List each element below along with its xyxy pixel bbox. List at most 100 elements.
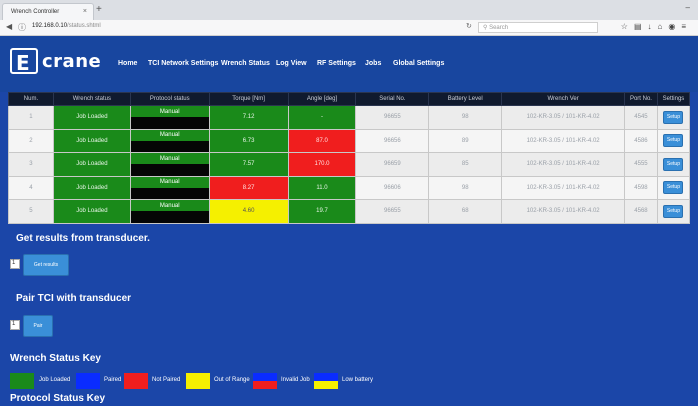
cell-battery: 98 xyxy=(428,175,503,200)
home-icon[interactable]: ⌂ xyxy=(658,22,669,31)
cell-angle: - xyxy=(287,105,357,130)
cell-angle: 170.0 xyxy=(287,152,357,177)
cell-settings: Setup xyxy=(656,152,691,177)
cell-settings: Setup xyxy=(656,199,691,224)
nav-jobs[interactable]: Jobs xyxy=(365,60,381,67)
cell-port: 4555 xyxy=(624,152,658,177)
setup-button[interactable]: Setup xyxy=(663,181,684,195)
library-icon[interactable]: ▤ xyxy=(634,22,648,31)
wrench-status-key-title: Wrench Status Key xyxy=(10,353,101,364)
wrench-status-table: Num. Wrench status Protocol status Torqu… xyxy=(8,92,691,224)
cell-protocol-status: Manual xyxy=(129,199,210,224)
cell-protocol-status: Manual xyxy=(129,152,210,177)
cell-wrench-status: Job Loaded xyxy=(52,128,131,153)
table-row: 1 Job Loaded Manual 7.12 - 96655 98 102-… xyxy=(8,105,691,130)
col-num: Num. xyxy=(8,92,54,106)
browser-tab-bar: Wrench Controller × + – xyxy=(0,0,698,20)
cell-torque: 7.12 xyxy=(208,105,289,130)
browser-tab[interactable]: Wrench Controller × xyxy=(2,3,94,20)
cell-settings: Setup xyxy=(656,105,691,130)
cell-num: 3 xyxy=(8,152,54,177)
pair-button[interactable]: Pair xyxy=(23,315,53,337)
key-label-out-of-range: Out of Range xyxy=(214,377,250,383)
cell-torque: 7.57 xyxy=(208,152,289,177)
cell-wrench-status: Job Loaded xyxy=(52,199,131,224)
close-icon[interactable]: × xyxy=(83,8,87,15)
swatch-job-loaded xyxy=(10,373,34,389)
url-path: /status.shtml xyxy=(67,23,101,29)
pocket-icon[interactable]: ◉ xyxy=(668,22,681,31)
get-results-button[interactable]: Get results xyxy=(23,254,69,276)
logo-mark: E xyxy=(10,48,38,75)
search-input[interactable]: ⚲ Search xyxy=(478,22,598,33)
col-torque: Torque [Nm] xyxy=(208,92,289,106)
cell-torque: 4.60 xyxy=(208,199,289,224)
setup-button[interactable]: Setup xyxy=(663,134,684,148)
setup-button[interactable]: Setup xyxy=(663,204,684,218)
cell-port: 4586 xyxy=(624,128,658,153)
setup-button[interactable]: Setup xyxy=(663,157,684,171)
col-settings: Settings xyxy=(656,92,691,106)
table-row: 3 Job Loaded Manual 7.57 170.0 96659 85 … xyxy=(8,152,691,177)
cell-wrench-status: Job Loaded xyxy=(52,175,131,200)
table-row: 4 Job Loaded Manual 8.27 11.0 96606 98 1… xyxy=(8,175,691,200)
get-results-title: Get results from transducer. xyxy=(16,233,150,244)
address-bar[interactable]: 192.168.0.10/status.shtml xyxy=(32,22,462,33)
minimize-icon[interactable]: – xyxy=(686,3,690,12)
key-label-not-paired: Not Paired xyxy=(152,377,181,383)
pair-input[interactable]: 1 xyxy=(10,320,20,330)
reload-icon[interactable]: ↻ xyxy=(466,22,472,30)
wrench-status-key: Job Loaded Paired Not Paired Out of Rang… xyxy=(10,373,430,389)
cell-serial: 96655 xyxy=(355,199,430,224)
cell-wrench-ver: 102-KR-3.05 / 101-KR-4.02 xyxy=(501,128,625,153)
col-serial: Serial No. xyxy=(355,92,430,106)
cell-settings: Setup xyxy=(656,128,691,153)
swatch-invalid-job xyxy=(253,373,277,389)
cell-port: 4568 xyxy=(624,199,658,224)
key-label-invalid-job: Invalid Job xyxy=(281,377,310,383)
cell-battery: 89 xyxy=(428,128,503,153)
cell-protocol-status: Manual xyxy=(129,175,210,200)
nav-global-settings[interactable]: Global Settings xyxy=(393,60,444,67)
cell-serial: 96659 xyxy=(355,152,430,177)
cell-angle: 19.7 xyxy=(287,199,357,224)
cell-protocol-status: Manual xyxy=(129,128,210,153)
cell-port: 4598 xyxy=(624,175,658,200)
cell-num: 4 xyxy=(8,175,54,200)
cell-num: 1 xyxy=(8,105,54,130)
table-row: 5 Job Loaded Manual 4.60 19.7 96655 68 1… xyxy=(8,199,691,224)
cell-battery: 68 xyxy=(428,199,503,224)
col-angle: Angle [deg] xyxy=(287,92,357,106)
menu-icon[interactable]: ≡ xyxy=(681,22,692,31)
cell-wrench-ver: 102-KR-3.05 / 101-KR-4.02 xyxy=(501,152,625,177)
nav-log-view[interactable]: Log View xyxy=(276,60,307,67)
table-header-row: Num. Wrench status Protocol status Torqu… xyxy=(8,92,691,106)
bookmark-star-icon[interactable]: ☆ xyxy=(621,22,634,31)
back-icon[interactable]: ◀ xyxy=(6,22,12,31)
cell-wrench-ver: 102-KR-3.05 / 101-KR-4.02 xyxy=(501,199,625,224)
new-tab-icon[interactable]: + xyxy=(96,4,102,15)
nav-rf-settings[interactable]: RF Settings xyxy=(317,60,356,67)
info-icon[interactable]: ⓘ xyxy=(18,22,26,33)
logo-text: crane xyxy=(42,51,102,72)
cell-wrench-ver: 102-KR-3.05 / 101-KR-4.02 xyxy=(501,105,625,130)
col-protocol-status: Protocol status xyxy=(129,92,210,106)
swatch-not-paired xyxy=(124,373,148,389)
cell-settings: Setup xyxy=(656,175,691,200)
nav-home[interactable]: Home xyxy=(118,60,137,67)
download-icon[interactable]: ↓ xyxy=(648,22,658,31)
col-wrench-ver: Wrench Ver xyxy=(501,92,625,106)
cell-wrench-status: Job Loaded xyxy=(52,105,131,130)
cell-serial: 96656 xyxy=(355,128,430,153)
cell-num: 2 xyxy=(8,128,54,153)
cell-port: 4545 xyxy=(624,105,658,130)
nav-wrench-status[interactable]: Wrench Status xyxy=(221,60,270,67)
get-results-input[interactable]: 1 xyxy=(10,259,20,269)
setup-button[interactable]: Setup xyxy=(663,110,684,124)
toolbar-icons[interactable]: ☆▤↓⌂◉≡ xyxy=(621,22,692,31)
cell-torque: 8.27 xyxy=(208,175,289,200)
browser-toolbar: ◀ ⓘ 192.168.0.10/status.shtml ↻ ⚲ Search… xyxy=(0,20,698,36)
nav-tci-network-settings[interactable]: TCI Network Settings xyxy=(148,60,218,67)
col-wrench-status: Wrench status xyxy=(52,92,131,106)
url-host: 192.168.0.10 xyxy=(32,23,68,29)
